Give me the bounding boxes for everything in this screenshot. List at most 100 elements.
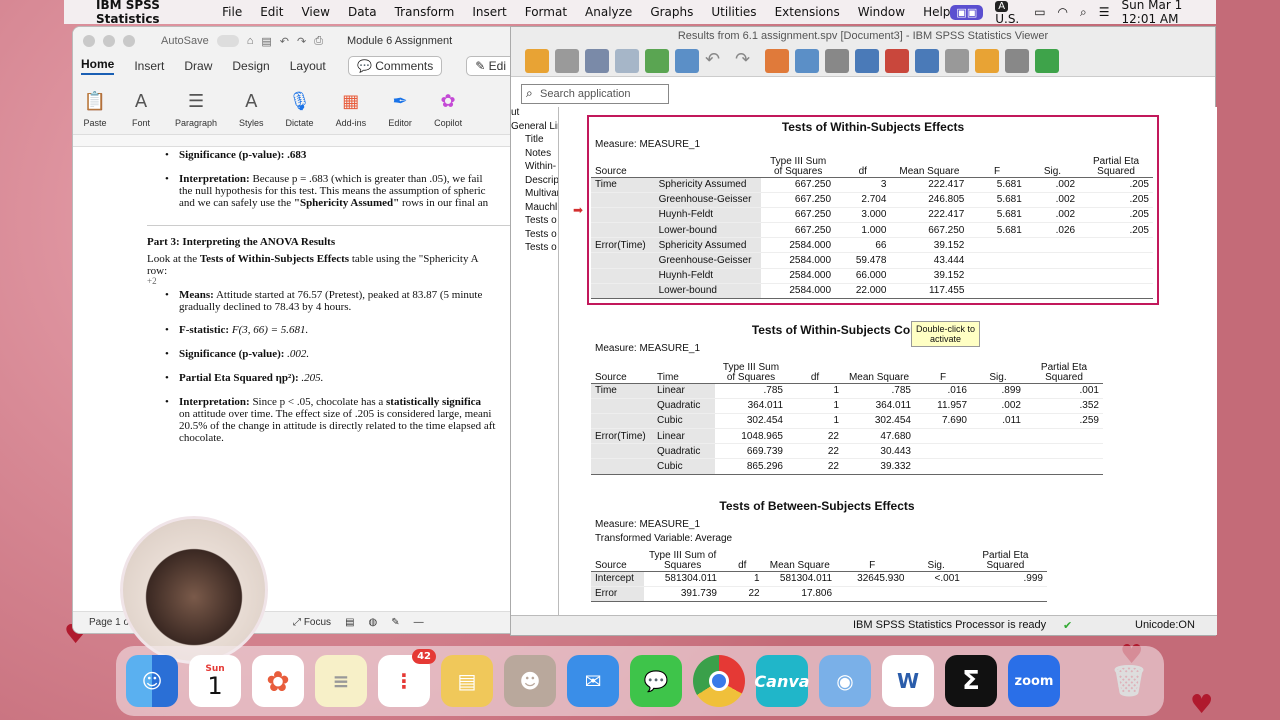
page-indicator[interactable]: Page 1 o: [89, 617, 129, 628]
within-subjects-contrasts-table[interactable]: Source Time Type III Sum of Squares df M…: [591, 357, 1103, 475]
ruler[interactable]: [73, 135, 515, 147]
weight-cases-icon[interactable]: [915, 48, 939, 73]
mail-icon[interactable]: ✉: [567, 655, 619, 707]
outline-item[interactable]: Mauchl: [511, 202, 558, 216]
tab-design[interactable]: Design: [232, 59, 269, 73]
web-layout-icon[interactable]: ◍: [369, 617, 378, 628]
outline-item[interactable]: Multivar: [511, 188, 558, 202]
outline-item[interactable]: ut: [511, 107, 558, 121]
open-icon[interactable]: [525, 48, 549, 73]
save-icon[interactable]: ▤: [261, 35, 271, 48]
control-center-icon[interactable]: ☰: [1099, 5, 1110, 19]
print-icon[interactable]: ⎙: [314, 35, 323, 48]
menu-data[interactable]: Data: [348, 5, 377, 19]
print-preview-icon[interactable]: [615, 48, 639, 73]
tab-home[interactable]: Home: [81, 57, 115, 75]
recall-dialog-icon[interactable]: [675, 48, 699, 73]
outline-item[interactable]: Tests o: [511, 229, 558, 243]
menu-transform[interactable]: Transform: [395, 5, 455, 19]
photos-icon[interactable]: ✿: [252, 655, 304, 707]
output-outline[interactable]: ut General Line Title Notes Within- Desc…: [511, 107, 559, 615]
outline-item[interactable]: Descrip: [511, 175, 558, 189]
copilot-button[interactable]: ✿ Copilot: [434, 90, 462, 128]
menu-help[interactable]: Help: [923, 5, 950, 19]
undo-icon[interactable]: ↶: [705, 49, 729, 73]
notes-icon[interactable]: ≡: [315, 655, 367, 707]
home-icon[interactable]: ⌂: [247, 35, 254, 47]
reminders-icon[interactable]: ⋮ 42: [378, 649, 436, 707]
sigma-app-icon[interactable]: Σ: [945, 655, 997, 707]
addins-button[interactable]: ▦ Add-ins: [336, 90, 367, 128]
menu-view[interactable]: View: [301, 5, 329, 19]
comments-button[interactable]: 💬 Comments: [347, 56, 443, 76]
finder-icon[interactable]: ☺: [126, 655, 178, 707]
outline-item[interactable]: General Line: [511, 121, 558, 135]
redo-icon[interactable]: ↷: [735, 49, 759, 73]
menu-insert[interactable]: Insert: [472, 5, 506, 19]
zoom-slider[interactable]: —: [414, 617, 424, 628]
show-all-icon[interactable]: [945, 48, 969, 73]
print-layout-icon[interactable]: ▤: [345, 617, 354, 628]
outline-item[interactable]: Notes: [511, 148, 558, 162]
outline-item[interactable]: Tests o: [511, 215, 558, 229]
outline-item[interactable]: Within-: [511, 161, 558, 175]
print-icon[interactable]: [585, 48, 609, 73]
designate-window-icon[interactable]: [975, 48, 999, 73]
document-body[interactable]: • Significance (p-value): .683 • Interpr…: [73, 147, 515, 557]
editor-button[interactable]: ✒ Editor: [388, 90, 412, 128]
edit-button[interactable]: ✎ Edi: [466, 56, 515, 76]
menu-graphs[interactable]: Graphs: [650, 5, 693, 19]
insert-output-icon[interactable]: [1035, 48, 1059, 73]
close-button[interactable]: [83, 35, 95, 47]
between-subjects-effects-table[interactable]: Source Type III Sum of Squares df Mean S…: [591, 547, 1047, 602]
goto-data-icon[interactable]: [765, 48, 789, 73]
chrome-icon[interactable]: [693, 655, 745, 707]
styles-button[interactable]: A Styles: [239, 90, 264, 128]
menu-edit[interactable]: Edit: [260, 5, 283, 19]
paragraph-button[interactable]: ☰ Paragraph: [175, 90, 217, 128]
clock[interactable]: Sun Mar 1 12:01 AM: [1122, 0, 1202, 26]
zoom-button[interactable]: [123, 35, 135, 47]
focus-button[interactable]: ⤢ Focus: [293, 617, 331, 628]
menu-format[interactable]: Format: [525, 5, 567, 19]
variables-icon[interactable]: [825, 48, 849, 73]
undo-icon[interactable]: ↶: [280, 35, 289, 48]
select-cases-icon[interactable]: [855, 48, 879, 73]
search-icon[interactable]: ⌕: [1080, 5, 1087, 20]
paste-button[interactable]: 📋 Paste: [83, 90, 107, 128]
output-icon[interactable]: [1005, 48, 1029, 73]
save-icon[interactable]: [555, 48, 579, 73]
battery-icon[interactable]: ▭: [1034, 5, 1045, 19]
outline-item[interactable]: Title: [511, 134, 558, 148]
draft-icon[interactable]: ✎: [391, 617, 399, 628]
menu-utilities[interactable]: Utilities: [711, 5, 756, 19]
wifi-icon[interactable]: ◠: [1058, 5, 1068, 19]
contacts-icon[interactable]: ☻: [504, 655, 556, 707]
export-icon[interactable]: [645, 48, 669, 73]
dictate-button[interactable]: 🎙 Dictate: [286, 90, 314, 128]
tab-draw[interactable]: Draw: [184, 59, 212, 73]
menu-extensions[interactable]: Extensions: [775, 5, 840, 19]
canva-icon[interactable]: Canva: [754, 655, 810, 707]
tab-layout[interactable]: Layout: [290, 59, 326, 73]
outline-item[interactable]: Tests o: [511, 242, 558, 256]
word-icon[interactable]: W: [882, 655, 934, 707]
messages-icon[interactable]: 💬: [630, 655, 682, 707]
font-button[interactable]: A Font: [129, 90, 153, 128]
menu-app-name[interactable]: IBM SPSS Statistics: [96, 0, 204, 26]
input-source[interactable]: A U.S.: [995, 0, 1022, 26]
screen-share-icon[interactable]: ▣▣: [950, 4, 984, 20]
minimize-button[interactable]: [103, 35, 115, 47]
menu-file[interactable]: File: [222, 5, 242, 19]
stickies-icon[interactable]: ▤: [441, 655, 493, 707]
search-application-input[interactable]: Search application: [521, 84, 669, 104]
goto-case-icon[interactable]: [795, 48, 819, 73]
autosave-toggle[interactable]: [216, 35, 239, 47]
tab-insert[interactable]: Insert: [134, 59, 164, 73]
selected-table-frame[interactable]: Tests of Within-Subjects Effects Measure…: [587, 115, 1159, 305]
trash-icon[interactable]: 🗑: [1103, 655, 1155, 707]
menu-window[interactable]: Window: [858, 5, 905, 19]
split-file-icon[interactable]: [885, 48, 909, 73]
menu-analyze[interactable]: Analyze: [585, 5, 632, 19]
zoom-app-icon[interactable]: zoom: [1008, 655, 1060, 707]
